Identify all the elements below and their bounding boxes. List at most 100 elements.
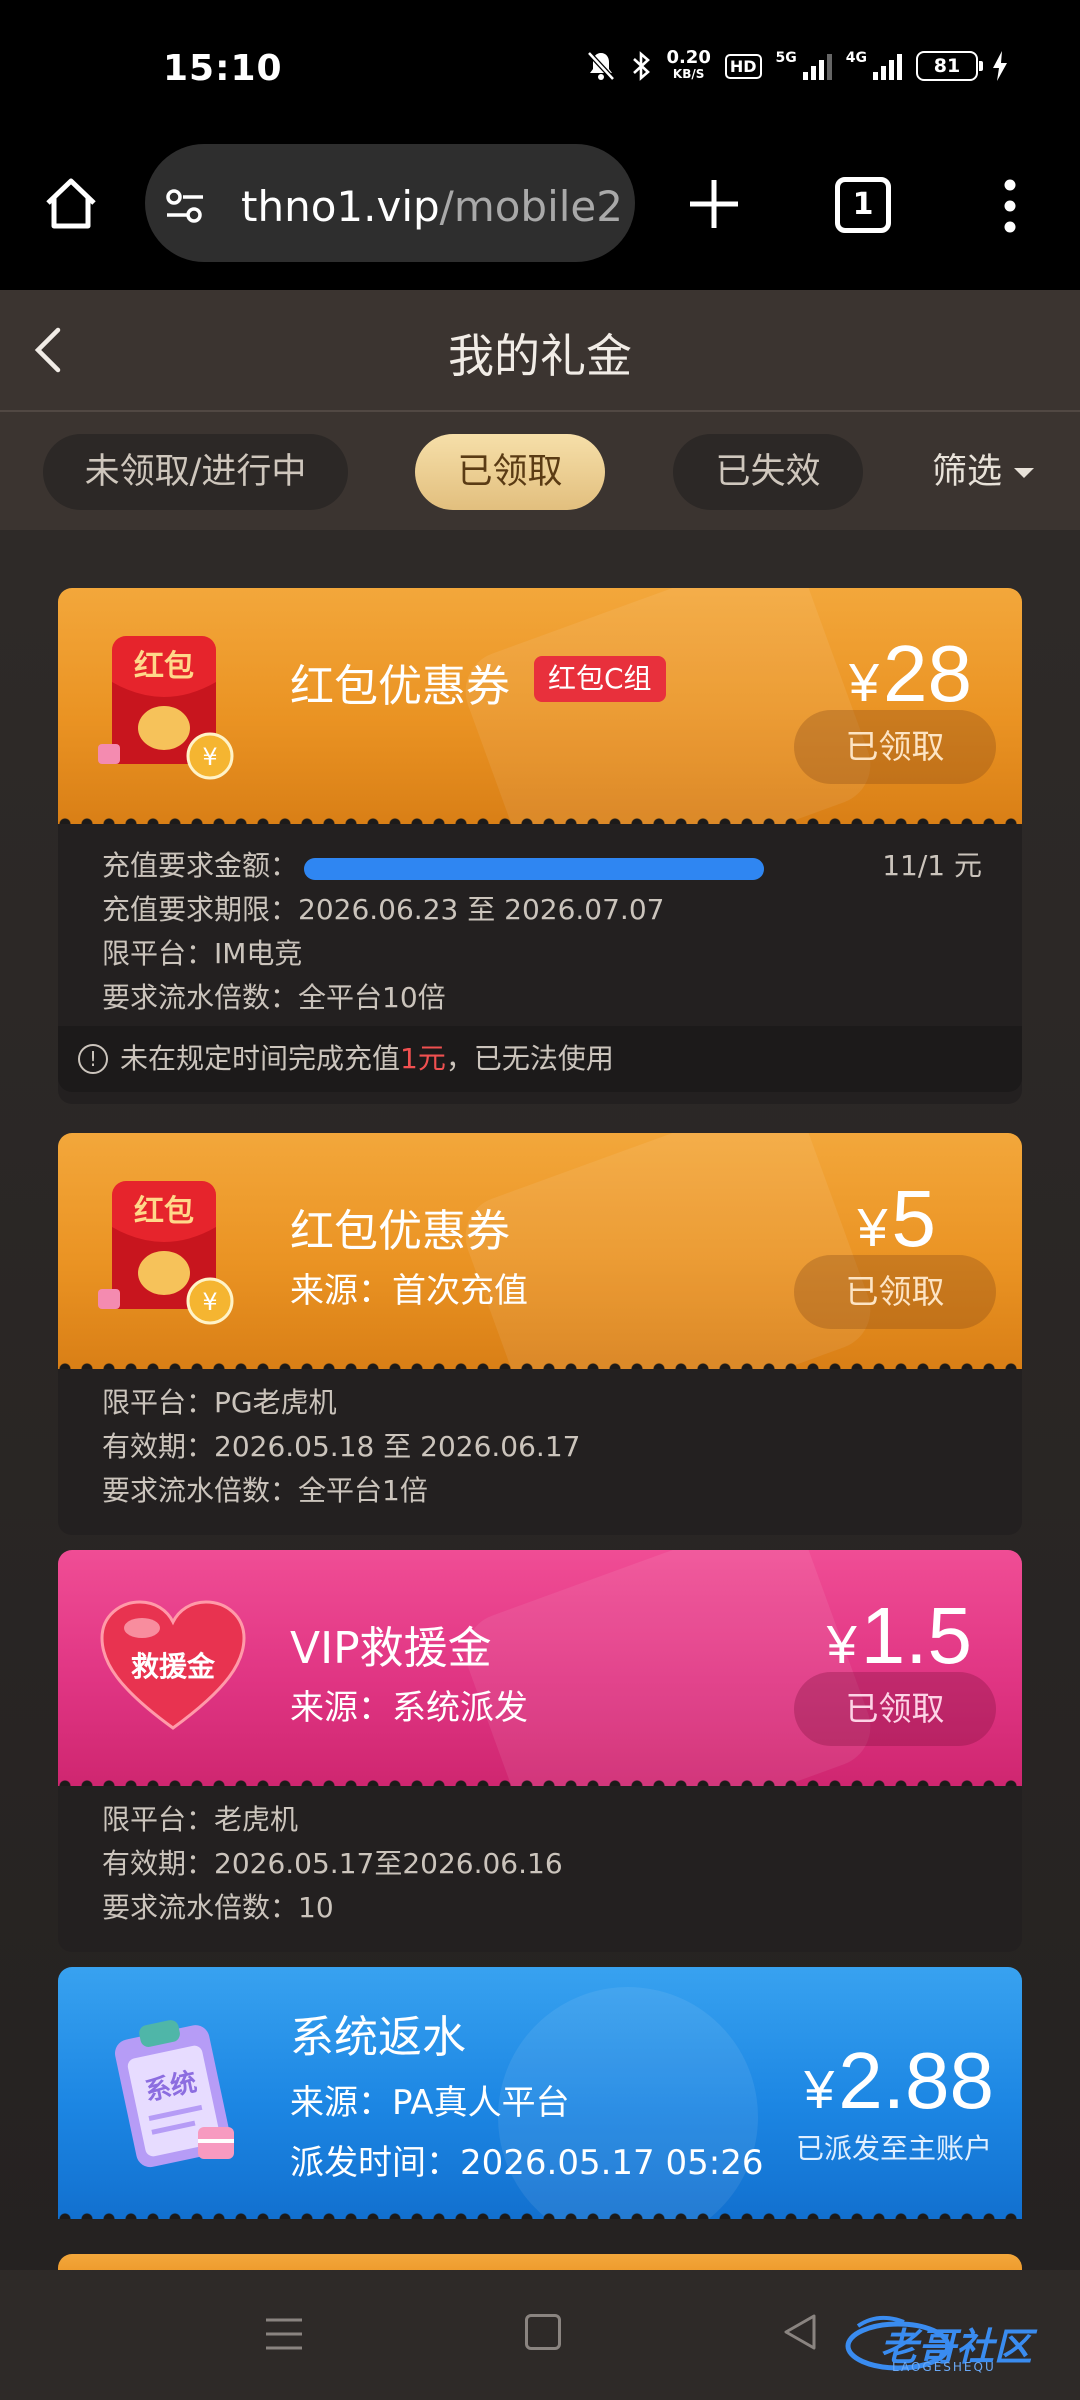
group-tag: 红包C组 <box>534 656 666 702</box>
card-amount: ¥28 <box>849 628 972 720</box>
tab-expired[interactable]: 已失效 <box>673 434 863 510</box>
tab-switcher-button[interactable]: 1 <box>835 177 891 233</box>
perforation <box>58 1355 1022 1369</box>
heart-icon: 救援金 <box>100 1600 246 1730</box>
amount-value: 1.5 <box>860 1591 972 1680</box>
back-nav-icon[interactable] <box>782 2312 818 2352</box>
filter-tabs: 未领取/进行中 已领取 已失效 筛选 <box>0 412 1080 530</box>
browser-toolbar: thno1.vip/mobile2 1 <box>0 140 1080 290</box>
claimed-button[interactable]: 已领取 <box>794 710 996 784</box>
red-envelope-icon: ¥ 红包 <box>98 1181 234 1325</box>
info-icon: ! <box>78 1044 108 1074</box>
tab-unclaimed[interactable]: 未领取/进行中 <box>43 434 348 510</box>
mute-icon <box>587 51 616 81</box>
new-tab-icon[interactable] <box>684 174 744 234</box>
recent-apps-icon[interactable] <box>264 2314 304 2354</box>
heart-label: 救援金 <box>131 1650 216 1683</box>
bluetooth-icon <box>633 51 651 81</box>
detail-row: 要求流水倍数：全平台1倍 <box>102 1474 428 1507</box>
claimed-button[interactable]: 已领取 <box>794 1672 996 1746</box>
envelope-label: 红包 <box>134 649 194 684</box>
status-icons: 0.20 KB/S HD 5G 4G 81 <box>586 47 1008 82</box>
card-amount: ¥2.88 <box>804 2035 994 2127</box>
card-header: ¥ 红包 红包优惠券 红包C组 ¥28 已领取 <box>58 588 1022 824</box>
detail-row: 有效期：2026.05.18 至 2026.06.17 <box>102 1430 581 1463</box>
card-header: ¥ 红包 红包优惠券 来源：首次充值 ¥5 已领取 <box>58 1133 1022 1369</box>
bonus-card[interactable]: 系统 系统返水 来源：PA真人平台 派发时间：2026.05.17 05:26 … <box>58 1967 1022 2219</box>
bonus-list: ¥ 红包 红包优惠券 红包C组 ¥28 已领取 充值要求金额： 11/1 元 充… <box>0 530 1080 2270</box>
card-decoration <box>454 1133 882 1369</box>
bonus-card[interactable]: ¥ 红包 红包优惠券 来源：首次充值 ¥5 已领取 限平台：PG老虎机 有效期：… <box>58 1133 1022 1535</box>
card-amount: ¥5 <box>857 1173 936 1265</box>
perforation <box>58 2205 1022 2219</box>
amount-value: 2.88 <box>838 2036 994 2125</box>
card-decoration <box>454 1550 882 1786</box>
clipboard-icon: 系统 <box>114 2020 234 2168</box>
hd-badge: HD <box>724 53 762 79</box>
site-settings-icon[interactable] <box>165 186 205 226</box>
card-decoration <box>454 588 882 824</box>
progress-text: 11/1 元 <box>882 849 982 882</box>
bonus-card-partial <box>58 2254 1022 2270</box>
progress-fill <box>304 858 764 880</box>
home-nav-icon[interactable] <box>525 2314 561 2350</box>
warning-banner: ! 未在规定时间完成充值1元，已无法使用 <box>58 1026 1022 1092</box>
currency-symbol: ¥ <box>848 653 880 713</box>
detail-row: 要求流水倍数：10 <box>102 1891 334 1924</box>
signal-1-icon <box>802 52 832 80</box>
detail-row: 限平台：老虎机 <box>102 1803 299 1836</box>
url-text[interactable]: thno1.vip/mobile2 <box>241 182 621 231</box>
currency-symbol: ¥ <box>857 1198 888 1258</box>
battery-icon: 81 <box>916 51 983 81</box>
amount-value: 28 <box>883 629 972 718</box>
warning-text: 未在规定时间完成充值1元，已无法使用 <box>120 1042 614 1075</box>
signal-2-icon <box>873 52 902 80</box>
svg-text:¥: ¥ <box>202 1288 217 1316</box>
card-details: 限平台：老虎机 有效期：2026.05.17至2026.06.16 要求流水倍数… <box>58 1786 1022 1952</box>
home-icon[interactable] <box>40 173 102 235</box>
red-envelope-icon: ¥ 红包 <box>98 636 234 780</box>
dispatch-note: 已派发至主账户 <box>795 2132 992 2165</box>
card-details: 限平台：PG老虎机 有效期：2026.05.18 至 2026.06.17 要求… <box>58 1369 1022 1535</box>
system-nav-bar: 老哥社区 LAOGESHEQU <box>0 2270 1080 2400</box>
detail-row: 充值要求期限：2026.06.23 至 2026.07.07 <box>102 893 665 926</box>
signal-1-label: 5G <box>775 50 797 66</box>
tab-claimed[interactable]: 已领取 <box>415 434 605 510</box>
status-bar: 15:10 0.20 KB/S HD 5G 4G 81 <box>0 0 1080 140</box>
url-bar[interactable]: thno1.vip/mobile2 <box>145 144 635 262</box>
more-options-icon[interactable] <box>995 178 1025 234</box>
url-path: /mobile2 <box>439 182 621 231</box>
bonus-card[interactable]: 救援金 VIP救援金 来源：系统派发 ¥1.5 已领取 限平台：老虎机 有效期：… <box>58 1550 1022 1952</box>
detail-row: 要求流水倍数：全平台10倍 <box>102 981 446 1014</box>
perforation <box>58 1772 1022 1786</box>
charging-icon <box>993 51 1007 81</box>
card-title: VIP救援金 <box>290 1623 492 1674</box>
card-source: 来源：PA真人平台 <box>290 2083 570 2123</box>
card-details: 充值要求金额： 11/1 元 充值要求期限：2026.06.23 至 2026.… <box>58 824 1022 1104</box>
claimed-button[interactable]: 已领取 <box>794 1255 996 1329</box>
bonus-card[interactable]: ¥ 红包 红包优惠券 红包C组 ¥28 已领取 充值要求金额： 11/1 元 充… <box>58 588 1022 1104</box>
detail-row: 限平台：IM电竞 <box>102 937 303 970</box>
page-title: 我的礼金 <box>448 329 632 383</box>
card-header: 救援金 VIP救援金 来源：系统派发 ¥1.5 已领取 <box>58 1550 1022 1786</box>
card-amount: ¥1.5 <box>827 1590 972 1682</box>
detail-row: 限平台：PG老虎机 <box>102 1386 337 1419</box>
card-header: 系统 系统返水 来源：PA真人平台 派发时间：2026.05.17 05:26 … <box>58 1967 1022 2219</box>
filter-dropdown[interactable]: 筛选 <box>932 434 1035 510</box>
caret-down-icon <box>1014 468 1035 478</box>
detail-row: 有效期：2026.05.17至2026.06.16 <box>102 1847 563 1880</box>
net-speed: 0.20 KB/S <box>666 47 711 82</box>
card-source: 来源：系统派发 <box>290 1688 528 1728</box>
signal-2-label: 4G <box>845 50 867 66</box>
card-title: 系统返水 <box>290 2012 466 2063</box>
envelope-label: 红包 <box>134 1194 194 1229</box>
watermark-sub: LAOGESHEQU <box>892 2360 996 2374</box>
currency-symbol: ¥ <box>804 2060 835 2120</box>
dispatch-time: 派发时间：2026.05.17 05:26 <box>290 2143 764 2183</box>
url-domain: thno1.vip <box>241 182 440 231</box>
status-time: 15:10 <box>163 48 283 89</box>
currency-symbol: ¥ <box>826 1615 857 1675</box>
perforation <box>58 810 1022 824</box>
page-header: 我的礼金 <box>0 290 1080 412</box>
card-title: 红包优惠券 <box>290 661 510 712</box>
